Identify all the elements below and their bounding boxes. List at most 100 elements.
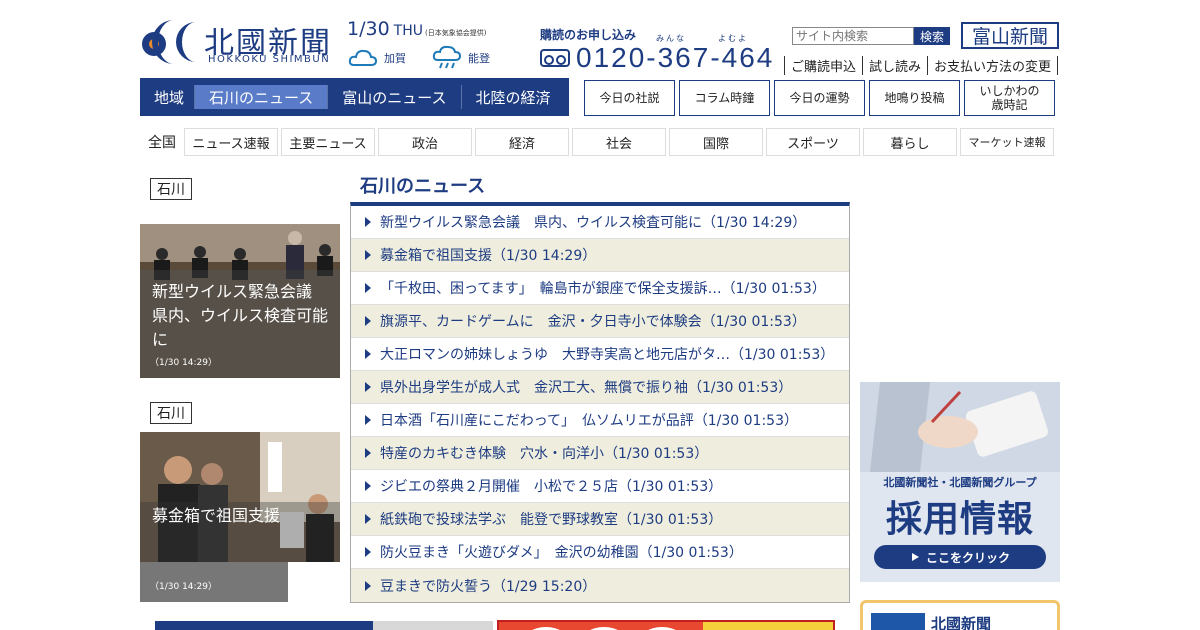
play-icon [911,553,919,561]
tab-toyama-news[interactable]: 富山のニュース [327,85,460,109]
region-nav: 地域 石川のニュース 富山のニュース 北陸の経済 [140,78,569,116]
category-sports[interactable]: スポーツ [766,128,860,156]
news-item-text: 県外出身学生が成人式 金沢工大、無償で振り袖（1/30 01:53） [380,380,793,396]
arrow-right-icon [365,448,371,458]
subscribe-heading: 購読のお申し込み [540,28,637,42]
arrow-right-icon [365,580,371,591]
featured-story[interactable]: 新型ウイルス緊急会議 県内、ウイルス検査可能に （1/30 14:29） [140,224,340,378]
news-item-text: 日本酒「石川産にこだわって」 仏ソムリエが品評（1/30 01:53） [380,413,798,429]
news-item-text: 募金箱で祖国支援（1/30 14:29） [380,248,597,264]
column-editorial-button[interactable]: 今日の社説 [584,80,675,116]
news-item-text: 豆まきで防火誓う（1/29 15:20） [380,578,597,595]
region-label: 地域 [154,88,185,107]
logo-subtitle: HOKKOKU SHIMBUN [208,54,331,65]
news-item[interactable]: 豆まきで防火誓う（1/29 15:20） [351,569,849,602]
news-section-title: 石川のニュース [360,176,486,197]
search-input[interactable] [792,27,914,45]
weather-credit: (日本気象協会提供) [425,29,487,37]
news-item[interactable]: 新型ウイルス緊急会議 県内、ウイルス検査可能に（1/30 14:29） [351,206,849,239]
recruit-heading: 北國新聞社・北國新聞グループ [883,476,1037,489]
hokkoku-card-title: 北國新聞 [931,615,992,630]
weather-label-noto: 能登 [468,52,490,65]
arrow-right-icon [365,481,371,491]
category-top-news[interactable]: 主要ニュース [281,128,375,156]
news-item[interactable]: 日本酒「石川産にこだわって」 仏ソムリエが品評（1/30 01:53） [351,404,849,437]
tab-hokuriku-economy[interactable]: 北陸の経済 [460,85,565,109]
featured-caption: 募金箱で祖国支援 [152,506,281,525]
phone-number: 0120-367-464 [576,42,775,73]
featured-tag: 石川 [150,402,192,424]
category-society[interactable]: 社会 [572,128,666,156]
column-seasonal-button[interactable]: いしかわの 歳時記 [964,80,1055,116]
day-of-week: THU [393,23,423,39]
free-dial-icon [540,49,570,67]
rain-icon [432,45,462,69]
weather-label-kaga: 加賀 [384,52,406,65]
link-trial[interactable]: 試し読み [862,56,927,75]
news-item[interactable]: 旗源平、カードゲームに 金沢・夕日寺小で体験会（1/30 01:53） [351,305,849,338]
category-nav: 全国 ニュース速報 主要ニュース 政治 経済 社会 国際 スポーツ 暮らし マー… [140,128,1057,156]
link-payment-change[interactable]: お支払い方法の変更 [927,56,1059,75]
arrow-right-icon [365,547,371,557]
arrow-right-icon [365,514,371,524]
category-living[interactable]: 暮らし [863,128,957,156]
ad-banner-right[interactable] [497,620,835,630]
category-economy[interactable]: 経済 [475,128,569,156]
site-search: 検索 [792,27,950,45]
column-letters-button[interactable]: 地鳴り投稿 [869,80,960,116]
news-item[interactable]: 紙鉄砲で投球法学ぶ 能登で野球教室（1/30 01:53） [351,503,849,536]
featured-story[interactable]: 募金箱で祖国支援 （1/30 14:29） [140,432,340,602]
recruit-title: 採用情報 [885,499,1034,540]
cloud-icon [348,49,378,66]
news-item-text: 新型ウイルス緊急会議 県内、ウイルス検査可能に（1/30 14:29） [380,215,807,231]
tab-ishikawa-news[interactable]: 石川のニュース [194,85,328,109]
ad-banner-image [703,622,833,630]
logo-mark-icon [142,20,196,64]
news-item-text: 特産のカキむき体験 穴水・向洋小（1/30 01:53） [380,446,709,462]
news-item[interactable]: 募金箱で祖国支援（1/30 14:29） [351,239,849,272]
arrow-right-icon [365,415,371,425]
news-item[interactable]: ジビエの祭典２月開催 小松で２５店（1/30 01:53） [351,470,849,503]
column-jisho-button[interactable]: コラム時鐘 [679,80,770,116]
column-fortune-button[interactable]: 今日の運勢 [774,80,865,116]
news-item-text: 紙鉄砲で投球法学ぶ 能登で野球教室（1/30 01:53） [380,512,723,528]
weather-forecast: 加賀 能登 [348,45,510,71]
featured-caption: 新型ウイルス緊急会議 県内、ウイルス検査可能に [152,282,329,349]
recruit-banner[interactable]: 北國新聞社・北國新聞グループ 採用情報 ここをクリック [860,382,1060,582]
recruit-photo [860,382,1060,472]
news-item-text: 大正ロマンの姉妹しょうゆ 大野寺実高と地元店がタ…（1/30 01:53） [380,347,835,363]
arrow-right-icon [365,316,371,326]
category-market-news[interactable]: マーケット速報 [960,128,1054,156]
link-subscribe[interactable]: ご購読申込 [784,56,862,75]
ad-banner-image [373,621,493,630]
hokkoku-card-logo [871,613,925,630]
site-logo[interactable]: 北國新聞 HOKKOKU SHIMBUN [140,16,340,66]
arrow-right-icon [365,349,371,359]
toyama-shimbun-button[interactable]: 富山新聞 [961,22,1059,49]
category-politics[interactable]: 政治 [378,128,472,156]
news-item[interactable]: 「千枚田、困ってます」 輪島市が銀座で保全支援訴…（1/30 01:53） [351,272,849,305]
category-breaking-news[interactable]: ニュース速報 [184,128,278,156]
featured-tag: 石川 [150,178,192,200]
featured-time: （1/30 14:29） [150,358,218,368]
news-item[interactable]: 防火豆まき「火遊びダメ」 金沢の幼稚園（1/30 01:53） [351,536,849,569]
category-all-label: 全国 [148,135,176,151]
news-list: 新型ウイルス緊急会議 県内、ウイルス検査可能に（1/30 14:29） 募金箱で… [350,202,850,603]
featured-time: （1/30 14:29） [150,582,218,592]
subscription-links: ご購読申込 試し読み お支払い方法の変更 [784,56,1059,75]
arrow-right-icon [365,217,371,227]
arrow-right-icon [365,382,371,392]
news-item-text: 防火豆まき「火遊びダメ」 金沢の幼稚園（1/30 01:53） [380,545,743,561]
subscribe-phone[interactable]: 0120-367-464 [540,42,774,74]
news-item-text: ジビエの祭典２月開催 小松で２５店（1/30 01:53） [380,479,723,495]
recruit-click-button[interactable]: ここをクリック [874,545,1046,569]
arrow-right-icon [365,283,371,293]
ad-banner-left[interactable] [155,621,493,630]
date-display: 1/30 THU (日本気象協会提供) [347,18,486,40]
search-button[interactable]: 検索 [914,27,950,45]
news-item[interactable]: 大正ロマンの姉妹しょうゆ 大野寺実高と地元店がタ…（1/30 01:53） [351,338,849,371]
news-item[interactable]: 県外出身学生が成人式 金沢工大、無償で振り袖（1/30 01:53） [351,371,849,404]
hokkoku-card-banner[interactable]: 北國新聞 [860,600,1060,630]
category-international[interactable]: 国際 [669,128,763,156]
news-item[interactable]: 特産のカキむき体験 穴水・向洋小（1/30 01:53） [351,437,849,470]
